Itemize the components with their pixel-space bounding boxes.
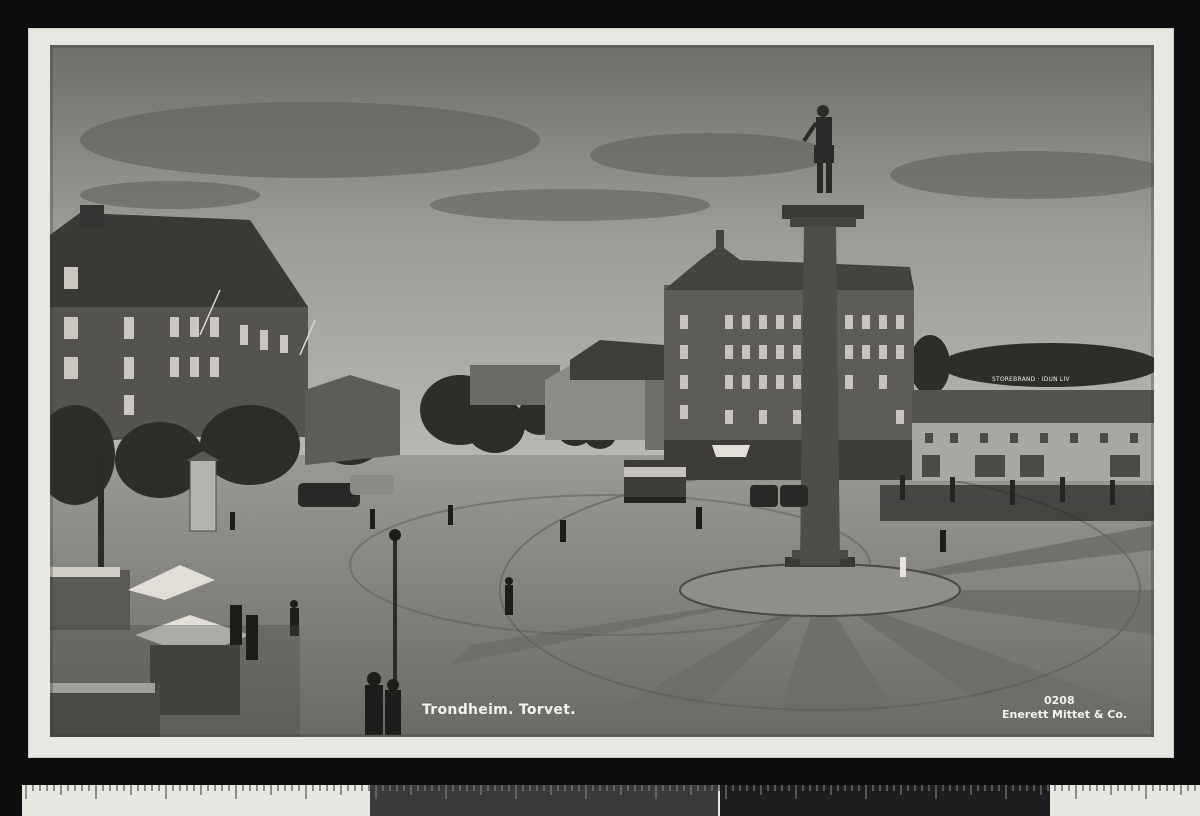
tram — [624, 460, 686, 503]
advertising-column — [186, 451, 220, 532]
photograph — [50, 45, 1154, 737]
ruler-graphic — [22, 785, 1200, 816]
ruler-segment-dark — [720, 785, 1050, 816]
shop-awning — [712, 445, 750, 457]
central-corner-building — [664, 230, 914, 480]
publisher-credit: Enerett Mittet & Co. — [1002, 708, 1128, 721]
scale-ruler — [22, 785, 1200, 816]
photo-number: 0208 — [1044, 694, 1075, 707]
town-square-scene — [50, 45, 1154, 737]
right-low-building — [912, 390, 1154, 481]
postcard-caption: Trondheim. Torvet. — [422, 702, 576, 718]
ruler-segment-light — [22, 785, 370, 816]
shop-sign: STOREBRAND · IDUN LIV — [992, 376, 1070, 383]
